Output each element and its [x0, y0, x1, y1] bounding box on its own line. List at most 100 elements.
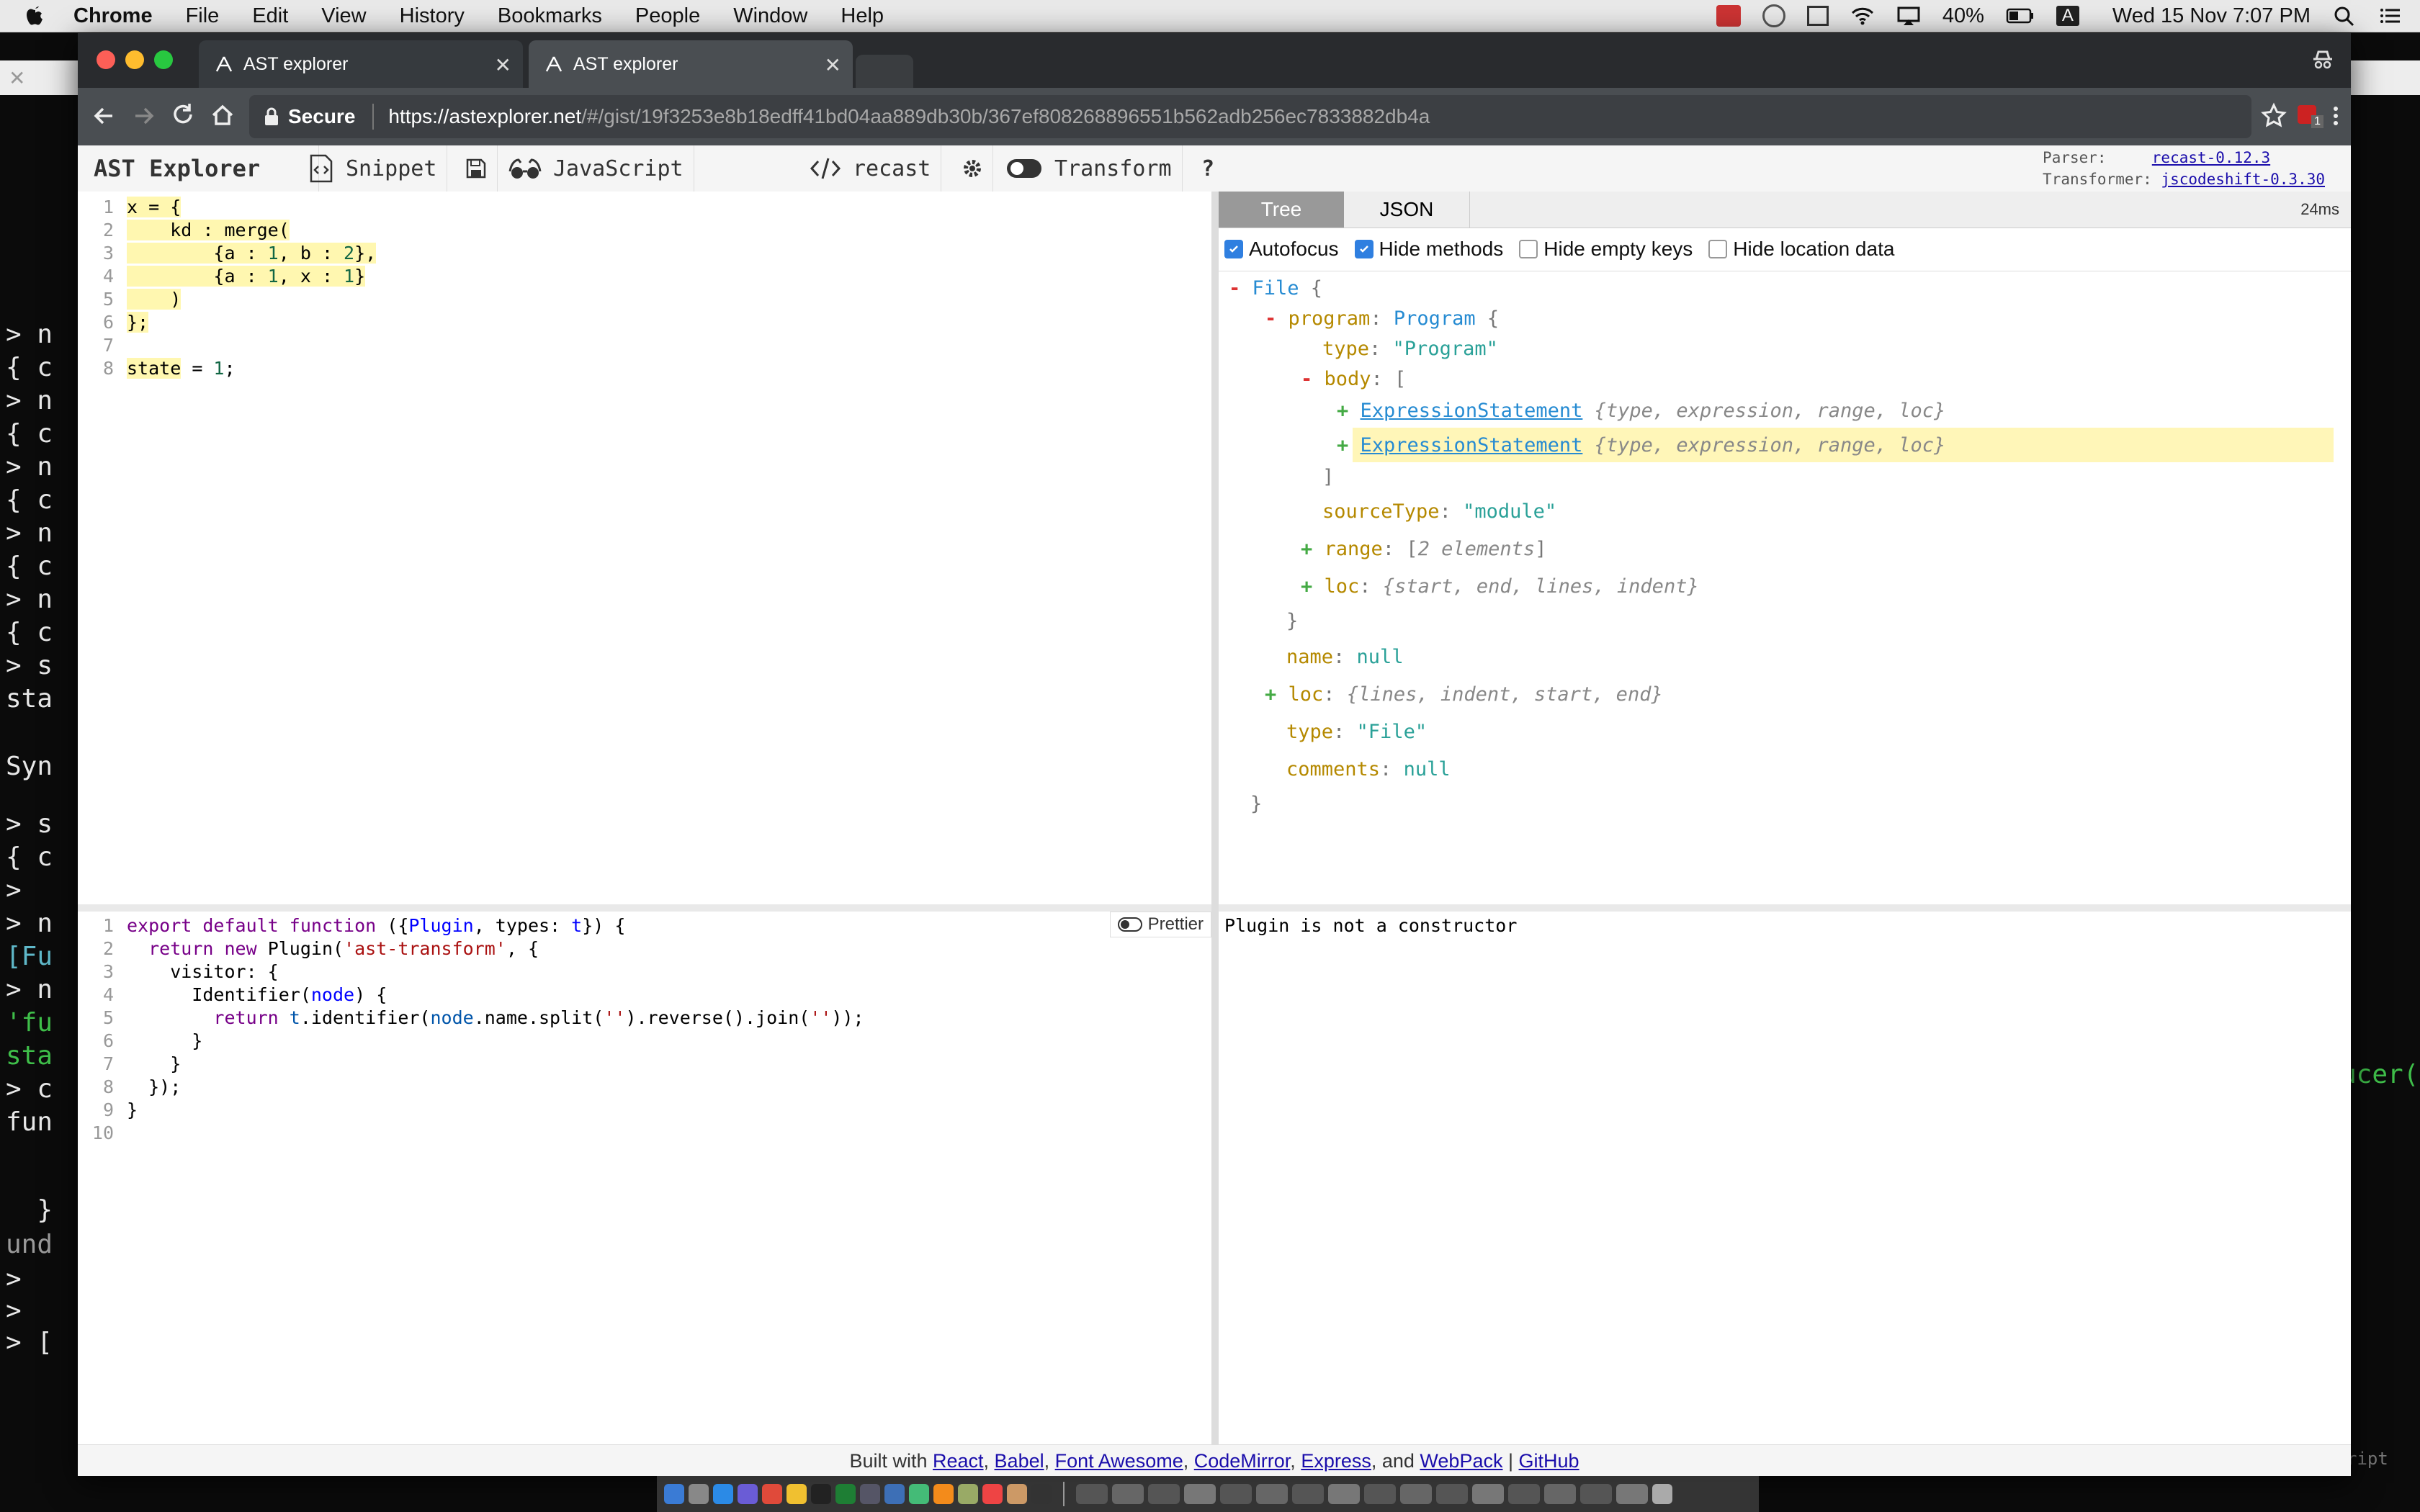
spotlight-search-icon[interactable]	[2332, 5, 2357, 27]
apple-icon[interactable]	[24, 4, 46, 28]
browser-tab-1[interactable]: AST explorer ✕	[199, 40, 523, 88]
app-store-icon[interactable]	[738, 1484, 758, 1504]
collapse-icon[interactable]: -	[1301, 368, 1325, 390]
back-arrow-icon[interactable]	[88, 99, 121, 132]
screens-icon[interactable]	[1806, 6, 1829, 26]
expand-icon[interactable]: +	[1337, 400, 1361, 422]
menubar-clock[interactable]: Wed 15 Nov 7:07 PM	[2112, 4, 2311, 28]
minimized-window-icon[interactable]	[1472, 1484, 1504, 1504]
notification-center-icon[interactable]	[2378, 5, 2403, 27]
window-zoom-button[interactable]	[154, 50, 173, 69]
mail-icon[interactable]	[884, 1484, 905, 1504]
footer-link-webpack[interactable]: WebPack	[1420, 1450, 1502, 1472]
horizontal-splitter-left[interactable]	[78, 904, 1211, 912]
menu-app-chrome[interactable]: Chrome	[73, 4, 153, 28]
tree-node-loc-file[interactable]: + loc: {lines, indent, start, end}	[1265, 677, 1663, 711]
address-bar[interactable]: Secure https://astexplorer.net/#/gist/19…	[249, 95, 2251, 138]
bookmark-star-icon[interactable]	[2257, 99, 2290, 132]
minimized-window-icon[interactable]	[1364, 1484, 1396, 1504]
minimized-window-icon[interactable]	[1580, 1484, 1612, 1504]
collapse-icon[interactable]: -	[1265, 307, 1289, 330]
tree-node-expression-2[interactable]: + ExpressionStatement {type, expression,…	[1337, 428, 1945, 462]
preview-icon[interactable]	[1007, 1484, 1027, 1504]
forward-arrow-icon[interactable]	[127, 99, 160, 132]
tree-prop-comments[interactable]: comments: null	[1286, 752, 1451, 786]
expand-icon[interactable]: +	[1301, 538, 1325, 560]
menu-file[interactable]: File	[186, 4, 220, 28]
parser-settings-button[interactable]	[952, 145, 993, 192]
prettier-toggle[interactable]: Prettier	[1109, 912, 1211, 937]
menu-help[interactable]: Help	[841, 4, 884, 28]
launchpad-icon[interactable]	[689, 1484, 709, 1504]
tree-prop-type[interactable]: type: "Program"	[1322, 331, 1498, 366]
tree-node-body[interactable]: - body: [	[1301, 361, 1406, 396]
menu-edit[interactable]: Edit	[252, 4, 288, 28]
tree-prop-sourcetype[interactable]: sourceType: "module"	[1322, 494, 1556, 528]
finder-icon[interactable]	[664, 1484, 684, 1504]
window-minimize-button[interactable]	[125, 50, 144, 69]
office-icon[interactable]	[762, 1484, 782, 1504]
autofocus-checkbox[interactable]: Autofocus	[1224, 238, 1339, 261]
parser-menu-button[interactable]: recast	[799, 145, 942, 192]
save-button[interactable]	[455, 145, 498, 192]
close-icon[interactable]: ✕	[9, 66, 25, 90]
hide-empty-keys-checkbox[interactable]: Hide empty keys	[1519, 238, 1693, 261]
vlc-icon[interactable]	[933, 1484, 954, 1504]
minimized-window-icon[interactable]	[1544, 1484, 1576, 1504]
footer-link-react[interactable]: React	[933, 1450, 984, 1472]
transformer-version-link[interactable]: jscodeshift-0.3.30	[2161, 171, 2325, 188]
editor-icon[interactable]	[909, 1484, 929, 1504]
minimized-window-icon[interactable]	[1148, 1484, 1180, 1504]
footer-link-github[interactable]: GitHub	[1519, 1450, 1579, 1472]
airplay-icon[interactable]	[1896, 5, 1921, 27]
tab-json[interactable]: JSON	[1344, 192, 1470, 228]
menu-history[interactable]: History	[400, 4, 465, 28]
chrome-menu-icon[interactable]	[2325, 99, 2347, 132]
hide-methods-checkbox[interactable]: Hide methods	[1354, 238, 1503, 261]
notes-icon[interactable]	[860, 1484, 880, 1504]
horizontal-splitter-right[interactable]	[1219, 904, 2351, 912]
activity-monitor-icon[interactable]	[1031, 1484, 1052, 1504]
source-code[interactable]: x = { kd : merge( {a : 1, b : 2}, {a : 1…	[127, 196, 377, 380]
input-source[interactable]: A	[2056, 6, 2079, 26]
maps-icon[interactable]	[958, 1484, 978, 1504]
minimized-window-icon[interactable]	[1508, 1484, 1540, 1504]
minimized-window-icon[interactable]	[1220, 1484, 1252, 1504]
minimized-window-icon[interactable]	[1112, 1484, 1144, 1504]
source-editor[interactable]: 12345678 x = { kd : merge( {a : 1, b : 2…	[78, 192, 1211, 904]
transform-output[interactable]: Plugin is not a constructor	[1219, 912, 2351, 1444]
footer-link-font-awesome[interactable]: Font Awesome	[1055, 1450, 1183, 1472]
terminal-icon[interactable]	[811, 1484, 831, 1504]
hide-location-data-checkbox[interactable]: Hide location data	[1708, 238, 1894, 261]
minimized-window-icon[interactable]	[1184, 1484, 1216, 1504]
snippet-menu-button[interactable]: Snippet	[298, 145, 448, 192]
transform-toggle[interactable]: Transform	[995, 145, 1183, 192]
minimized-window-icon[interactable]	[1328, 1484, 1360, 1504]
language-menu-button[interactable]: JavaScript	[498, 145, 694, 192]
transform-code[interactable]: export default function ({Plugin, types:…	[127, 914, 864, 1122]
new-tab-button[interactable]	[856, 55, 913, 88]
collapse-icon[interactable]: -	[1229, 277, 1252, 300]
globe-icon[interactable]	[1762, 4, 1785, 27]
tree-node-loc[interactable]: + loc: {start, end, lines, indent}	[1301, 569, 1699, 603]
expand-icon[interactable]: +	[1301, 575, 1325, 598]
transform-editor[interactable]: 1 2 3 4 5 6 7 8 9 10 export default function ({Pl…	[78, 912, 1211, 1444]
minimized-window-icon[interactable]	[1400, 1484, 1432, 1504]
menu-window[interactable]: Window	[733, 4, 807, 28]
wifi-icon[interactable]	[1850, 5, 1875, 27]
tab-tree[interactable]: Tree	[1219, 192, 1344, 228]
tree-node-expression-1[interactable]: + ExpressionStatement {type, expression,…	[1337, 393, 1945, 428]
menu-view[interactable]: View	[321, 4, 366, 28]
trash-icon[interactable]	[1652, 1484, 1672, 1504]
tree-prop-type-file[interactable]: type: "File"	[1286, 714, 1427, 749]
minimized-window-icon[interactable]	[1616, 1484, 1648, 1504]
home-icon[interactable]	[206, 99, 239, 132]
expand-icon[interactable]: +	[1265, 683, 1289, 706]
window-close-button[interactable]	[97, 50, 115, 69]
safari-icon[interactable]	[713, 1484, 733, 1504]
menu-people[interactable]: People	[635, 4, 700, 28]
footer-link-express[interactable]: Express	[1301, 1450, 1371, 1472]
minimized-window-icon[interactable]	[1436, 1484, 1468, 1504]
tab-close-icon[interactable]: ✕	[825, 53, 841, 77]
extension-button[interactable]: 1	[2295, 101, 2323, 132]
